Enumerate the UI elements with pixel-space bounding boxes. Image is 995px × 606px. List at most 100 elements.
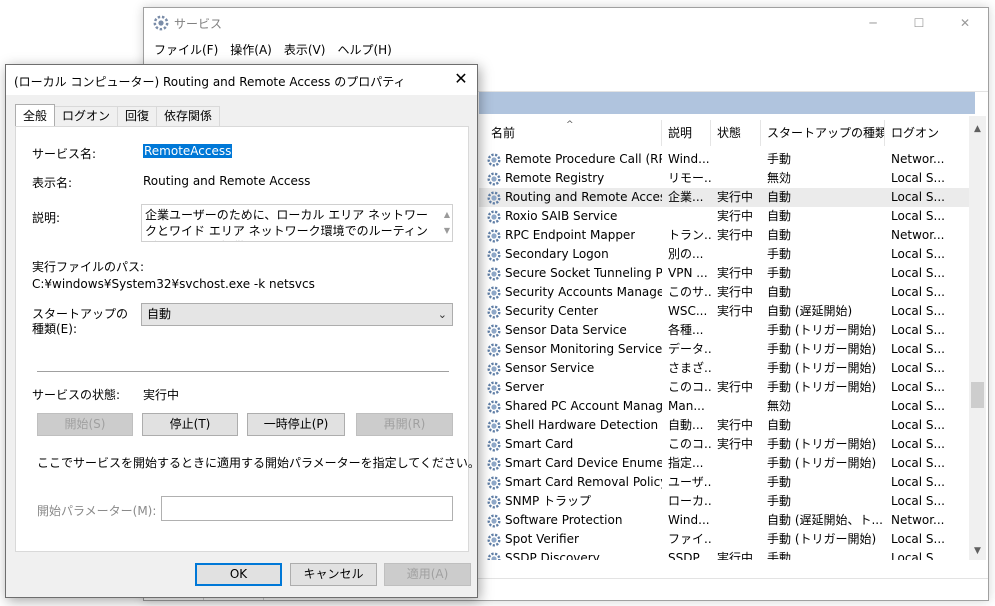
gear-icon [487,171,501,186]
gear-icon [487,513,501,528]
table-row[interactable]: Software Protection Wind... 自動 (遅延開始、ト... N… [479,511,975,530]
table-row[interactable]: Shared PC Account Manager Man... 無効 Local S… [479,397,975,416]
service-name: Security Accounts Manager [505,285,662,299]
table-row[interactable]: SSDP Discovery SSDP... 実行中 手動 Local S... [479,549,975,560]
general-tab-panel: サービス名: RemoteAccess 表示名: Routing and Rem… [15,126,480,552]
cell-name: SSDP Discovery [479,549,662,560]
column-header-logon[interactable]: ログオン [885,120,945,146]
cell-name: SNMP トラップ [479,492,662,511]
startup-type-select[interactable]: 自動 ⌄ [141,303,453,326]
table-row[interactable]: Routing and Remote Access 企業... 実行中 自動 Local… [479,188,975,207]
column-header-description[interactable]: 説明 [662,120,711,146]
cell-description: トラン... [668,228,711,242]
cell-startup-type: 手動 [767,475,792,489]
start-params-input[interactable] [161,496,453,521]
tab-dependencies[interactable]: 依存関係 [156,106,221,126]
tab-logon[interactable]: ログオン [54,106,119,126]
cell-startup-type: 自動 (遅延開始) [767,304,853,318]
startup-type-label-line2: 種類(E): [32,322,77,336]
cell-status: 実行中 [717,551,754,560]
gear-icon [487,152,501,167]
scroll-down-icon[interactable]: ▼ [969,546,986,560]
cell-status: 実行中 [717,190,754,204]
cell-description: データ... [668,342,711,356]
apply-button[interactable]: 適用(A) [384,563,471,586]
service-name-value[interactable]: RemoteAccess [143,144,233,158]
stop-button[interactable]: 停止(T) [142,413,238,436]
service-name: Server [505,380,545,394]
cell-startup-type: 手動 [767,152,792,166]
menu-action[interactable]: 操作(A) [230,38,278,60]
menu-file[interactable]: ファイル(F) [154,38,224,60]
table-row[interactable]: RPC Endpoint Mapper トラン... 実行中 自動 Networ... [479,226,975,245]
tab-recovery[interactable]: 回復 [117,106,158,126]
services-title: サービス [174,17,223,31]
pause-button[interactable]: 一時停止(P) [247,413,345,436]
cell-name: Sensor Data Service [479,321,662,340]
cell-logon: Local S... [891,323,945,337]
cell-startup-type: 手動 [767,266,792,280]
table-row[interactable]: Sensor Data Service 各種... 手動 (トリガー開始) Local… [479,321,975,340]
table-row[interactable]: Spot Verifier ファイ... 手動 (トリガー開始) Local S... [479,530,975,549]
column-header-name[interactable]: ^ 名前 [479,120,662,146]
table-row[interactable]: Smart Card このコ... 実行中 手動 (トリガー開始) Local S... [479,435,975,454]
cell-name: Routing and Remote Access [479,188,662,207]
table-row[interactable]: Remote Registry リモー... 無効 Local S... [479,169,975,188]
service-name: RPC Endpoint Mapper [505,228,636,242]
cancel-button[interactable]: キャンセル [290,563,377,586]
table-row[interactable]: Secure Socket Tunneling Pr... VPN ... 実行中手… [479,264,975,283]
cell-startup-type: 手動 [767,551,792,560]
table-row[interactable]: Security Center WSC... 実行中 自動 (遅延開始) Local S… [479,302,975,321]
table-row[interactable]: Sensor Service さまざ... 手動 (トリガー開始) Local S..… [479,359,975,378]
table-row[interactable]: Smart Card Device Enumera... 指定... 手動 (トリガ… [479,454,975,473]
cell-description: Wind... [668,152,710,166]
cell-logon: Networ... [891,152,945,166]
menu-view[interactable]: 表示(V) [284,38,332,60]
gear-icon [487,247,501,262]
table-row[interactable]: Secondary Logon 別の... 手動 Local S... [479,245,975,264]
cell-description: ユーザ... [668,475,711,489]
table-row[interactable]: Shell Hardware Detection 自動... 実行中 自動 Local … [479,416,975,435]
service-name: Sensor Service [505,361,595,375]
cell-logon: Local S... [891,380,945,394]
close-button[interactable]: ✕ [942,8,988,38]
table-row[interactable]: Sensor Monitoring Service データ... 手動 (トリガー開… [479,340,975,359]
scroll-up-icon[interactable]: ▲ [969,124,986,138]
cell-logon: Local S... [891,456,945,470]
menu-help[interactable]: ヘルプ(H) [337,38,397,60]
dialog-titlebar[interactable]: (ローカル コンピューター) Routing and Remote Access… [6,65,477,95]
minimize-button[interactable]: ─ [850,8,896,38]
maximize-button[interactable]: ☐ [896,8,942,38]
services-titlebar[interactable]: サービス ─ ☐ ✕ [144,8,988,38]
scroll-down-icon[interactable]: ▼ [444,223,450,239]
cell-startup-type: 手動 (トリガー開始) [767,532,877,546]
table-row[interactable]: Remote Procedure Call (RPC... Wind... 手動 Ne… [479,150,975,169]
service-name: Remote Procedure Call (RPC... [505,152,662,166]
scrollbar-thumb[interactable] [971,382,984,408]
column-header-status[interactable]: 状態 [711,120,761,146]
ok-button[interactable]: OK [195,563,282,586]
cell-description: このコ... [668,380,711,394]
table-row[interactable]: SNMP トラップ ローカ... 手動 Local S... [479,492,975,511]
table-row[interactable]: Smart Card Removal Policy ユーザ... 手動 Local S… [479,473,975,492]
cell-startup-type: 自動 [767,190,792,204]
vertical-scrollbar[interactable]: ▲ ▼ [969,116,986,560]
column-header-name-label: 名前 [491,126,516,140]
gear-icon [487,475,501,490]
cell-name: Sensor Monitoring Service [479,340,662,359]
start-button[interactable]: 開始(S) [37,413,133,436]
scroll-up-icon[interactable]: ▲ [444,207,450,223]
table-row[interactable]: Security Accounts Manager このサ... 実行中 自動 Loca… [479,283,975,302]
cell-status: 実行中 [717,266,754,280]
tab-general[interactable]: 全般 [15,104,56,126]
description-field[interactable]: 企業ユーザーのために、ローカル エリア ネットワークとワイド エリア ネットワー… [141,204,453,242]
table-row[interactable]: Roxio SAIB Service 実行中 自動 Local S... [479,207,975,226]
services-list[interactable]: ^ 名前 説明 状態 スタートアップの種類 ログオン Remote Proced… [479,116,975,560]
cell-description: VPN ... [668,266,708,280]
resume-button[interactable]: 再開(R) [356,413,453,436]
cell-description: Wind... [668,513,710,527]
table-row[interactable]: Server このコ... 実行中 手動 (トリガー開始) Local S... [479,378,975,397]
column-header-startup-type[interactable]: スタートアップの種類 [761,120,885,146]
close-icon[interactable]: ✕ [451,69,471,89]
cell-startup-type: 自動 [767,209,792,223]
